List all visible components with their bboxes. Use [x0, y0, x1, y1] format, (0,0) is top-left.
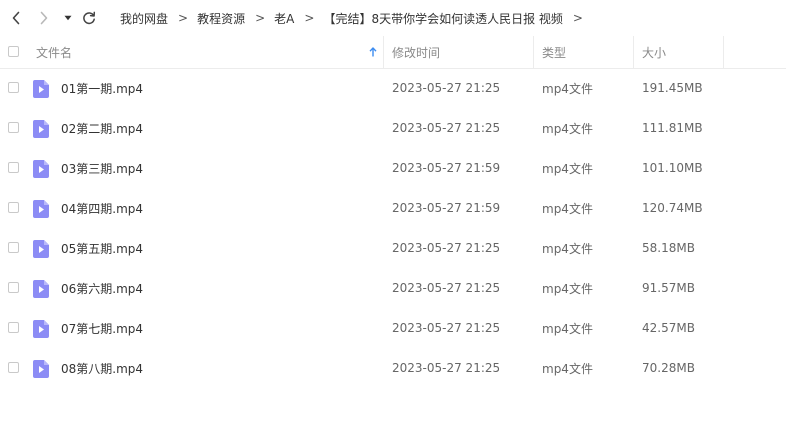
- breadcrumb-item[interactable]: 老A: [274, 10, 294, 27]
- column-header-type-label: 类型: [542, 45, 567, 60]
- column-divider[interactable]: [383, 36, 384, 68]
- column-header-size-label: 大小: [642, 45, 667, 60]
- file-name[interactable]: 07第七期.mp4: [61, 308, 143, 348]
- file-name[interactable]: 05第五期.mp4: [61, 228, 143, 268]
- row-checkbox[interactable]: [8, 122, 19, 133]
- file-name[interactable]: 01第一期.mp4: [61, 68, 143, 108]
- file-list-header: 文件名 修改时间 类型 大小: [0, 36, 786, 69]
- breadcrumb-separator: >: [572, 11, 583, 25]
- file-name[interactable]: 08第八期.mp4: [61, 348, 143, 388]
- file-modified-time: 2023-05-27 21:25: [392, 81, 501, 95]
- column-header-size[interactable]: 大小: [642, 36, 722, 68]
- video-file-icon: [33, 240, 49, 258]
- caret-down-icon: [64, 15, 72, 21]
- file-row[interactable]: 02第二期.mp4 2023-05-27 21:25 mp4文件 111.81MB: [0, 108, 786, 148]
- row-checkbox[interactable]: [8, 282, 19, 293]
- column-divider[interactable]: [723, 36, 724, 68]
- file-type: mp4文件: [542, 321, 593, 336]
- breadcrumb-separator: >: [304, 11, 315, 25]
- file-size: 101.10MB: [642, 161, 703, 175]
- file-name[interactable]: 04第四期.mp4: [61, 188, 143, 228]
- row-checkbox[interactable]: [8, 362, 19, 373]
- breadcrumb-separator: >: [178, 11, 189, 25]
- file-row[interactable]: 04第四期.mp4 2023-05-27 21:59 mp4文件 120.74MB: [0, 188, 786, 228]
- video-file-icon: [33, 320, 49, 338]
- file-type: mp4文件: [542, 121, 593, 136]
- row-checkbox[interactable]: [8, 242, 19, 253]
- file-row[interactable]: 05第五期.mp4 2023-05-27 21:25 mp4文件 58.18MB: [0, 228, 786, 268]
- row-checkbox[interactable]: [8, 82, 19, 93]
- file-type: mp4文件: [542, 241, 593, 256]
- breadcrumb-item-current[interactable]: 【完结】8天带你学会如何读透人民日报 视频: [323, 10, 562, 27]
- toolbar: 我的网盘 > 教程资源 > 老A > 【完结】8天带你学会如何读透人民日报 视频…: [0, 0, 786, 36]
- breadcrumb-separator: >: [255, 11, 266, 25]
- file-row[interactable]: 07第七期.mp4 2023-05-27 21:25 mp4文件 42.57MB: [0, 308, 786, 348]
- refresh-icon: [83, 11, 96, 25]
- refresh-button[interactable]: [80, 8, 98, 28]
- file-modified-time: 2023-05-27 21:59: [392, 201, 501, 215]
- back-button[interactable]: [8, 8, 24, 28]
- file-row[interactable]: 03第三期.mp4 2023-05-27 21:59 mp4文件 101.10MB: [0, 148, 786, 188]
- video-file-icon: [33, 200, 49, 218]
- file-type: mp4文件: [542, 281, 593, 296]
- row-checkbox[interactable]: [8, 322, 19, 333]
- file-size: 191.45MB: [642, 81, 703, 95]
- file-modified-time: 2023-05-27 21:25: [392, 281, 501, 295]
- chevron-left-icon: [12, 11, 20, 25]
- history-dropdown-button[interactable]: [62, 8, 74, 28]
- row-checkbox[interactable]: [8, 202, 19, 213]
- file-type: mp4文件: [542, 201, 593, 216]
- video-file-icon: [33, 360, 49, 378]
- file-type: mp4文件: [542, 161, 593, 176]
- file-modified-time: 2023-05-27 21:59: [392, 161, 501, 175]
- video-file-icon: [33, 160, 49, 178]
- file-modified-time: 2023-05-27 21:25: [392, 121, 501, 135]
- file-size: 91.57MB: [642, 281, 695, 295]
- file-name[interactable]: 02第二期.mp4: [61, 108, 143, 148]
- file-size: 58.18MB: [642, 241, 695, 255]
- select-all-checkbox[interactable]: [8, 46, 19, 57]
- file-size: 70.28MB: [642, 361, 695, 375]
- file-row[interactable]: 06第六期.mp4 2023-05-27 21:25 mp4文件 91.57MB: [0, 268, 786, 308]
- file-type: mp4文件: [542, 361, 593, 376]
- column-header-name[interactable]: 文件名: [36, 36, 381, 68]
- file-modified-time: 2023-05-27 21:25: [392, 361, 501, 375]
- file-size: 42.57MB: [642, 321, 695, 335]
- breadcrumb-item[interactable]: 教程资源: [197, 10, 245, 27]
- column-divider[interactable]: [633, 36, 634, 68]
- chevron-right-icon: [40, 11, 48, 25]
- column-header-name-label: 文件名: [36, 45, 73, 60]
- video-file-icon: [33, 80, 49, 98]
- file-row[interactable]: 08第八期.mp4 2023-05-27 21:25 mp4文件 70.28MB: [0, 348, 786, 388]
- column-header-modified-label: 修改时间: [392, 45, 441, 60]
- video-file-icon: [33, 280, 49, 298]
- file-name[interactable]: 03第三期.mp4: [61, 148, 143, 188]
- column-header-type[interactable]: 类型: [542, 36, 632, 68]
- file-type: mp4文件: [542, 81, 593, 96]
- sort-ascending-icon: [369, 47, 377, 57]
- file-name[interactable]: 06第六期.mp4: [61, 268, 143, 308]
- breadcrumb-item[interactable]: 我的网盘: [120, 10, 168, 27]
- file-modified-time: 2023-05-27 21:25: [392, 241, 501, 255]
- column-header-modified[interactable]: 修改时间: [392, 36, 532, 68]
- breadcrumb: 我的网盘 > 教程资源 > 老A > 【完结】8天带你学会如何读透人民日报 视频…: [120, 9, 592, 27]
- file-size: 111.81MB: [642, 121, 703, 135]
- row-checkbox[interactable]: [8, 162, 19, 173]
- column-divider[interactable]: [533, 36, 534, 68]
- video-file-icon: [33, 120, 49, 138]
- file-row[interactable]: 01第一期.mp4 2023-05-27 21:25 mp4文件 191.45MB: [0, 68, 786, 108]
- forward-button[interactable]: [36, 8, 52, 28]
- file-size: 120.74MB: [642, 201, 703, 215]
- file-modified-time: 2023-05-27 21:25: [392, 321, 501, 335]
